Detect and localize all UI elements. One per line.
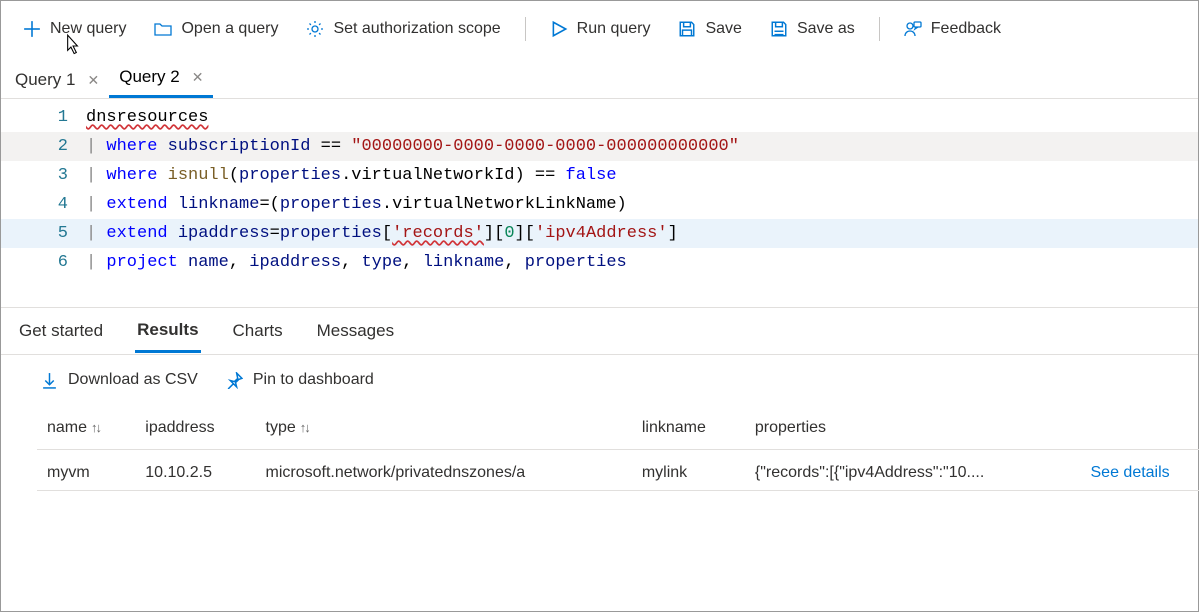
cell-linkname: mylink bbox=[632, 450, 745, 491]
save-label: Save bbox=[705, 20, 741, 38]
set-scope-button[interactable]: Set authorization scope bbox=[294, 14, 512, 44]
query-tab[interactable]: Query 1 ✕ bbox=[5, 60, 109, 98]
feedback-button[interactable]: Feedback bbox=[892, 14, 1013, 44]
gear-icon bbox=[306, 20, 324, 38]
new-query-button[interactable]: New query bbox=[11, 14, 138, 44]
cell-type: microsoft.network/privatednszones/a bbox=[256, 450, 632, 491]
col-name[interactable]: name↑↓ bbox=[37, 407, 135, 450]
tab-results[interactable]: Results bbox=[135, 310, 200, 353]
query-tabs: Query 1 ✕ Query 2 ✕ bbox=[1, 57, 1198, 99]
cell-name: myvm bbox=[37, 450, 135, 491]
person-feedback-icon bbox=[904, 20, 922, 38]
query-tab-label: Query 1 bbox=[15, 70, 75, 90]
table-header-row: name↑↓ipaddresstype↑↓linknameproperties bbox=[37, 407, 1199, 450]
result-actions: Download as CSV Pin to dashboard bbox=[1, 355, 1198, 399]
results-table: name↑↓ipaddresstype↑↓linknameproperties … bbox=[37, 407, 1199, 491]
play-icon bbox=[550, 20, 568, 38]
run-query-label: Run query bbox=[577, 20, 651, 38]
open-query-button[interactable]: Open a query bbox=[142, 14, 290, 44]
line-number: 5 bbox=[1, 219, 86, 248]
line-number: 2 bbox=[1, 132, 86, 161]
line-number: 3 bbox=[1, 161, 86, 190]
set-scope-label: Set authorization scope bbox=[333, 20, 500, 38]
see-details-link[interactable]: See details bbox=[1091, 464, 1170, 481]
results-tab-bar: Get started Results Charts Messages bbox=[1, 307, 1198, 355]
save-as-icon bbox=[770, 20, 788, 38]
tab-charts[interactable]: Charts bbox=[231, 311, 285, 351]
editor-line: 6| project name, ipaddress, type, linkna… bbox=[1, 248, 1198, 277]
new-query-label: New query bbox=[50, 20, 126, 38]
code-line[interactable]: | where isnull(properties.virtualNetwork… bbox=[86, 161, 617, 190]
plus-icon bbox=[23, 20, 41, 38]
feedback-label: Feedback bbox=[931, 20, 1001, 38]
save-icon bbox=[678, 20, 696, 38]
cell-ipaddress: 10.10.2.5 bbox=[135, 450, 255, 491]
query-editor[interactable]: 1dnsresources2| where subscriptionId == … bbox=[1, 99, 1198, 307]
save-as-button[interactable]: Save as bbox=[758, 14, 867, 44]
code-line[interactable]: dnsresources bbox=[86, 103, 208, 132]
editor-line: 2| where subscriptionId == "00000000-000… bbox=[1, 132, 1198, 161]
folder-icon bbox=[154, 20, 172, 38]
query-tab-label: Query 2 bbox=[119, 67, 179, 87]
editor-line: 4| extend linkname=(properties.virtualNe… bbox=[1, 190, 1198, 219]
close-icon[interactable]: ✕ bbox=[81, 72, 105, 89]
code-line[interactable]: | project name, ipaddress, type, linknam… bbox=[86, 248, 627, 277]
editor-line: 5| extend ipaddress=properties['records'… bbox=[1, 219, 1198, 248]
close-icon[interactable]: ✕ bbox=[186, 69, 210, 86]
col-ipaddress[interactable]: ipaddress bbox=[135, 407, 255, 450]
pin-icon bbox=[226, 372, 243, 389]
code-line[interactable]: | extend ipaddress=properties['records']… bbox=[86, 219, 678, 248]
open-query-label: Open a query bbox=[181, 20, 278, 38]
sort-icon: ↑↓ bbox=[91, 420, 100, 435]
download-csv-button[interactable]: Download as CSV bbox=[41, 371, 198, 389]
line-number: 4 bbox=[1, 190, 86, 219]
pin-dashboard-button[interactable]: Pin to dashboard bbox=[226, 371, 374, 389]
tab-get-started[interactable]: Get started bbox=[17, 311, 105, 351]
query-tab[interactable]: Query 2 ✕ bbox=[109, 57, 213, 98]
tab-messages[interactable]: Messages bbox=[315, 311, 396, 351]
pin-dashboard-label: Pin to dashboard bbox=[253, 371, 374, 389]
col-linkname[interactable]: linkname bbox=[632, 407, 745, 450]
editor-line: 3| where isnull(properties.virtualNetwor… bbox=[1, 161, 1198, 190]
editor-line: 1dnsresources bbox=[1, 103, 1198, 132]
run-query-button[interactable]: Run query bbox=[538, 14, 663, 44]
save-button[interactable]: Save bbox=[666, 14, 753, 44]
line-number: 1 bbox=[1, 103, 86, 132]
line-number: 6 bbox=[1, 248, 86, 277]
toolbar-separator bbox=[879, 17, 880, 41]
toolbar-separator bbox=[525, 17, 526, 41]
col-properties[interactable]: properties bbox=[745, 407, 1081, 450]
sort-icon: ↑↓ bbox=[300, 420, 309, 435]
toolbar: New query Open a query Set authorization… bbox=[1, 1, 1198, 57]
code-line[interactable]: | where subscriptionId == "00000000-0000… bbox=[86, 132, 739, 161]
col-type[interactable]: type↑↓ bbox=[256, 407, 632, 450]
code-line[interactable]: | extend linkname=(properties.virtualNet… bbox=[86, 190, 627, 219]
save-as-label: Save as bbox=[797, 20, 855, 38]
table-row[interactable]: myvm10.10.2.5microsoft.network/privatedn… bbox=[37, 450, 1199, 491]
cell-properties: {"records":[{"ipv4Address":"10.... bbox=[745, 450, 1081, 491]
download-csv-label: Download as CSV bbox=[68, 371, 198, 389]
download-icon bbox=[41, 372, 58, 389]
